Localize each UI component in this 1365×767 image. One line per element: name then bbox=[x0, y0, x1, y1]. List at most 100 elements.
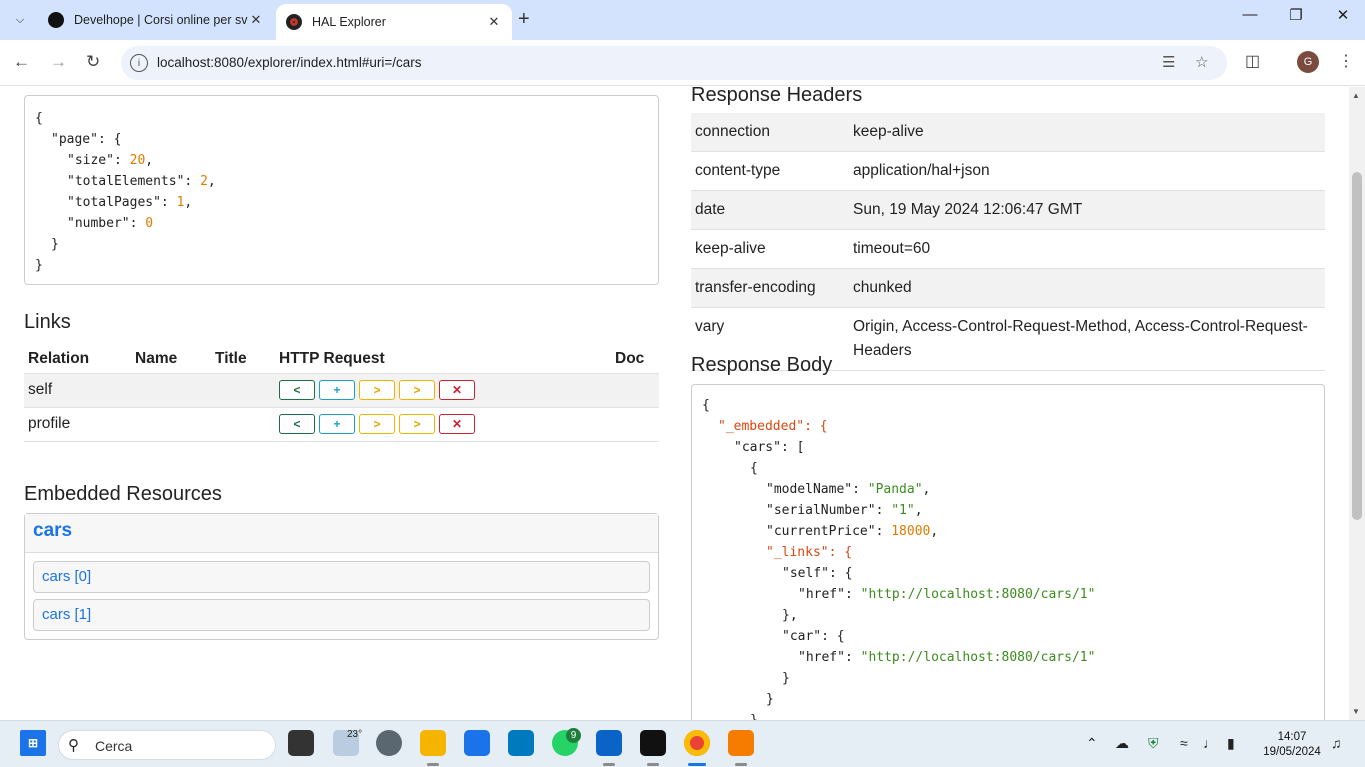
wifi-icon[interactable]: ≈ bbox=[1180, 735, 1188, 751]
chrome-icon[interactable] bbox=[684, 730, 710, 756]
task-view-icon[interactable] bbox=[288, 730, 314, 756]
json-punct: { bbox=[35, 111, 43, 126]
json-punct: }, bbox=[750, 713, 766, 720]
json-string: "Panda" bbox=[867, 482, 923, 497]
settings-gear-icon[interactable] bbox=[376, 730, 402, 756]
get-request-button[interactable]: < bbox=[279, 380, 315, 400]
scroll-up-icon[interactable]: ▲ bbox=[1352, 91, 1360, 100]
system-clock[interactable]: 14:07 19/05/2024 bbox=[1252, 730, 1332, 760]
scroll-thumb[interactable] bbox=[1352, 172, 1362, 520]
forward-button[interactable]: → bbox=[50, 52, 67, 72]
volume-icon[interactable]: ♩ bbox=[1203, 735, 1217, 751]
table-row: self < + > > ✕ bbox=[24, 373, 659, 408]
windows-start-icon[interactable]: ⊞ bbox=[20, 730, 46, 756]
json-punct: : bbox=[852, 482, 868, 497]
search-placeholder: Cerca bbox=[95, 738, 133, 754]
json-punct: : bbox=[184, 174, 201, 189]
json-punct: : bbox=[160, 195, 177, 210]
json-line: "modelName": "Panda", bbox=[702, 479, 1314, 500]
json-line: "self": { bbox=[702, 563, 1314, 584]
table-row: transfer-encoding chunked bbox=[691, 268, 1325, 308]
response-headers-heading: Response Headers bbox=[691, 87, 863, 106]
column-header: Relation bbox=[24, 346, 131, 374]
json-string: "http://localhost:8080/cars/1" bbox=[860, 587, 1096, 602]
table-row: date Sun, 19 May 2024 12:06:47 GMT bbox=[691, 190, 1325, 230]
link-relation: profile bbox=[24, 407, 131, 442]
json-punct: : bbox=[129, 216, 146, 231]
json-punct: : [ bbox=[780, 440, 805, 455]
url-text[interactable]: localhost:8080/explorer/index.html#uri=/… bbox=[157, 55, 422, 70]
reload-button[interactable]: ↻ bbox=[86, 52, 100, 72]
column-header: Title bbox=[211, 346, 275, 374]
json-number: 2 bbox=[200, 174, 208, 189]
json-punct: , bbox=[184, 195, 193, 210]
delete-request-button[interactable]: ✕ bbox=[439, 380, 475, 400]
page-scrollbar[interactable]: ▲ ▼ bbox=[1349, 87, 1365, 720]
site-info-icon[interactable]: i bbox=[130, 54, 148, 72]
delete-request-button[interactable]: ✕ bbox=[439, 414, 475, 434]
column-header: Name bbox=[131, 346, 211, 374]
header-value: Origin, Access-Control-Request-Method, A… bbox=[849, 307, 1325, 371]
file-explorer-icon[interactable] bbox=[420, 730, 446, 756]
json-punct: : { bbox=[828, 566, 853, 581]
json-key: "modelName" bbox=[766, 482, 853, 497]
json-line: "serialNumber": "1", bbox=[702, 500, 1314, 521]
header-value: Sun, 19 May 2024 12:06:47 GMT bbox=[849, 190, 1325, 230]
post-request-button[interactable]: + bbox=[319, 414, 355, 434]
taskbar-search[interactable]: ⚲ Cerca bbox=[58, 730, 276, 760]
trello-icon[interactable] bbox=[508, 730, 534, 756]
column-header: Doc bbox=[611, 346, 659, 374]
json-line: "href": "http://localhost:8080/cars/1" bbox=[702, 584, 1314, 605]
close-icon[interactable]: ✕ bbox=[248, 12, 264, 28]
header-name: transfer-encoding bbox=[691, 268, 849, 308]
json-number: 18000 bbox=[891, 524, 931, 539]
intellij-icon[interactable] bbox=[640, 730, 666, 756]
tab-search-button[interactable]: ⌵ bbox=[6, 7, 34, 33]
json-key: "size" bbox=[67, 153, 114, 168]
close-icon[interactable]: ✕ bbox=[486, 14, 502, 30]
minimize-button[interactable]: — bbox=[1227, 6, 1273, 23]
json-line: "car": { bbox=[702, 626, 1314, 647]
whatsapp-badge: 9 bbox=[566, 728, 581, 743]
xampp-icon[interactable] bbox=[728, 730, 754, 756]
onedrive-cloud-icon[interactable]: ☁ bbox=[1115, 735, 1129, 752]
new-tab-button[interactable]: + bbox=[518, 8, 530, 31]
active-indicator bbox=[688, 763, 706, 766]
embedded-item-cars-0[interactable]: cars [0] bbox=[33, 561, 650, 593]
put-request-button[interactable]: > bbox=[359, 414, 395, 434]
embedded-item-cars-1[interactable]: cars [1] bbox=[33, 599, 650, 631]
restore-button[interactable]: ❐ bbox=[1273, 6, 1319, 24]
close-window-button[interactable]: ✕ bbox=[1320, 6, 1365, 24]
header-value: chunked bbox=[849, 268, 1325, 308]
notification-bell-icon[interactable]: ♫ bbox=[1331, 735, 1342, 751]
menu-kebab-icon[interactable]: ⋮ bbox=[1338, 51, 1354, 71]
table-row: content-type application/hal+json bbox=[691, 151, 1325, 191]
tab-hal-explorer[interactable]: HAL Explorer ✕ bbox=[276, 4, 512, 40]
patch-request-button[interactable]: > bbox=[399, 380, 435, 400]
profile-avatar[interactable]: G bbox=[1297, 51, 1319, 73]
mail-icon[interactable] bbox=[464, 730, 490, 756]
json-line: "size": 20, bbox=[35, 150, 648, 171]
translate-icon[interactable]: ☰ bbox=[1162, 53, 1175, 71]
tab-title: HAL Explorer bbox=[312, 15, 386, 29]
outlook-icon[interactable] bbox=[596, 730, 622, 756]
address-bar[interactable]: i localhost:8080/explorer/index.html#uri… bbox=[121, 46, 1227, 80]
json-punct: : { bbox=[821, 629, 845, 644]
json-punct: , bbox=[207, 174, 216, 189]
tab-develhope[interactable]: Develhope | Corsi online per svi ✕ bbox=[38, 4, 274, 36]
scroll-down-icon[interactable]: ▼ bbox=[1352, 707, 1360, 716]
chevron-up-icon[interactable]: ⌃ bbox=[1086, 735, 1098, 752]
put-request-button[interactable]: > bbox=[359, 380, 395, 400]
patch-request-button[interactable]: > bbox=[399, 414, 435, 434]
response-body-heading: Response Body bbox=[691, 354, 833, 376]
bookmark-star-icon[interactable]: ☆ bbox=[1195, 53, 1208, 71]
extensions-icon[interactable]: ◫ bbox=[1245, 51, 1260, 71]
security-shield-icon[interactable]: ⛨ bbox=[1148, 735, 1159, 752]
post-request-button[interactable]: + bbox=[319, 380, 355, 400]
json-punct: : { bbox=[804, 419, 828, 434]
embedded-group-cars[interactable]: cars bbox=[25, 514, 658, 553]
battery-icon[interactable]: ▮ bbox=[1227, 735, 1235, 752]
embedded-resources-heading: Embedded Resources bbox=[24, 483, 222, 505]
get-request-button[interactable]: < bbox=[279, 414, 315, 434]
back-button[interactable]: ← bbox=[13, 52, 30, 72]
